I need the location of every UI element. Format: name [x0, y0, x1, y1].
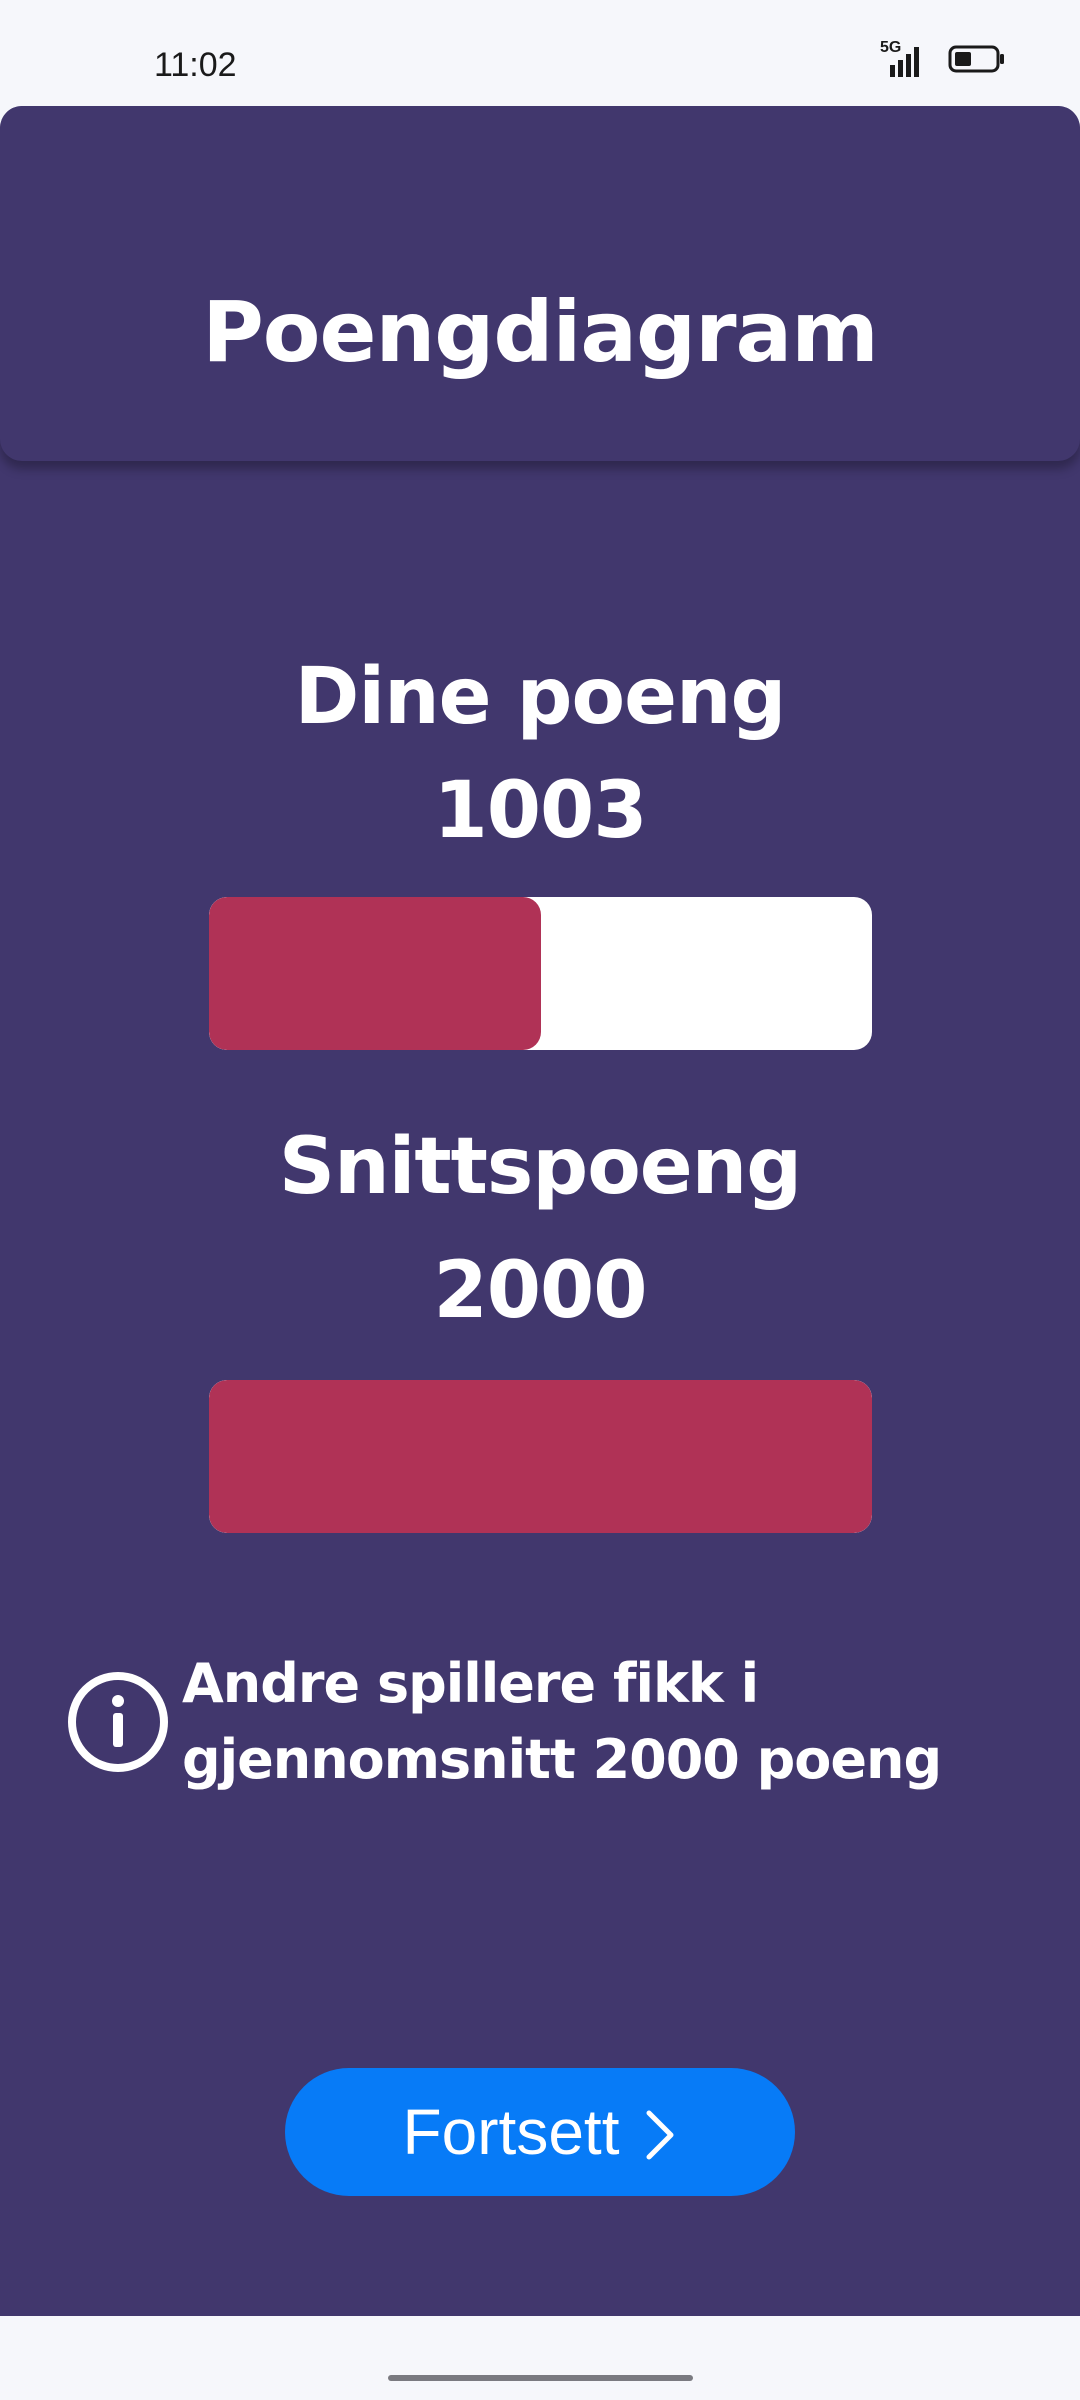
- info-text-line-1: Andre spillere fikk i: [182, 1652, 759, 1715]
- network-type-label: 5G: [880, 38, 902, 56]
- your-score-bar: [209, 897, 872, 1050]
- app-screen: Poengdiagram Dine poeng 1003 Snittspoeng…: [0, 106, 1080, 2316]
- battery-icon: [948, 44, 1006, 79]
- continue-button-label: Fortsett: [402, 2096, 620, 2168]
- status-bar: 11:02 5G: [0, 0, 1080, 106]
- chevron-right-icon: [641, 2104, 677, 2160]
- your-score-bar-fill: [209, 897, 541, 1050]
- average-score-label: Snittspoeng: [278, 1122, 802, 1212]
- home-indicator[interactable]: [388, 2375, 693, 2381]
- info-icon: [66, 1670, 170, 1774]
- status-icons: 5G: [876, 39, 1006, 79]
- signal-icon: 5G: [876, 39, 928, 79]
- average-score-bar-fill: [209, 1380, 872, 1533]
- system-nav-bar: [0, 2316, 1080, 2400]
- info-text: Andre spillere fikk i gjennomsnitt 2000 …: [182, 1646, 942, 1798]
- status-time: 11:02: [154, 46, 237, 84]
- your-score-value: 1003: [433, 766, 647, 856]
- average-score-bar: [209, 1380, 872, 1533]
- info-message: Andre spillere fikk i gjennomsnitt 2000 …: [66, 1646, 1026, 1798]
- average-score-value: 2000: [433, 1246, 647, 1336]
- header-card: Poengdiagram: [0, 106, 1080, 461]
- continue-button[interactable]: Fortsett: [285, 2068, 795, 2196]
- info-text-line-2: gjennomsnitt 2000 poeng: [182, 1728, 942, 1791]
- page-title: Poengdiagram: [202, 283, 879, 381]
- your-score-label: Dine poeng: [294, 652, 787, 742]
